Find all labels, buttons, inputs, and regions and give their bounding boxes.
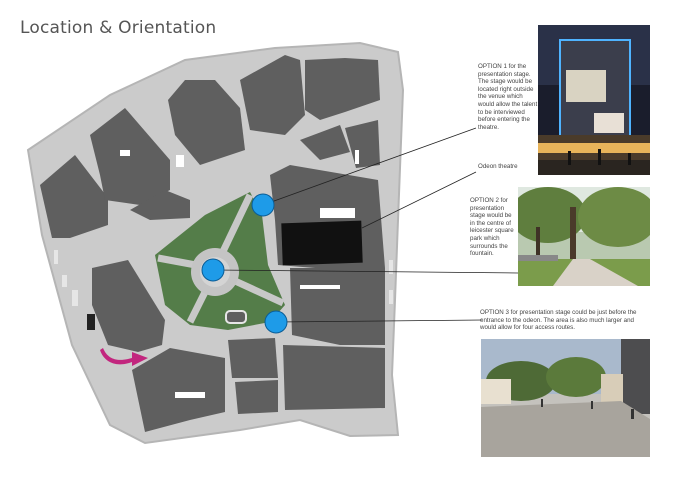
odeon-label: Odeon theatre bbox=[478, 163, 518, 170]
square-park-photo bbox=[518, 187, 650, 286]
odeon-theatre-building bbox=[281, 220, 363, 266]
option-marker-icon bbox=[264, 310, 288, 334]
option2-note: OPTION 2 for presentation stage would be… bbox=[470, 197, 514, 258]
plaza-photo bbox=[481, 339, 650, 457]
option-marker-icon bbox=[201, 258, 225, 282]
option3-note: OPTION 3 for presentation stage could be… bbox=[480, 309, 637, 332]
option1-note: OPTION 1 for the presentation stage. The… bbox=[478, 63, 538, 131]
odeon-night-photo bbox=[538, 25, 650, 175]
park-kiosk bbox=[225, 310, 247, 324]
option-marker-icon bbox=[251, 193, 275, 217]
